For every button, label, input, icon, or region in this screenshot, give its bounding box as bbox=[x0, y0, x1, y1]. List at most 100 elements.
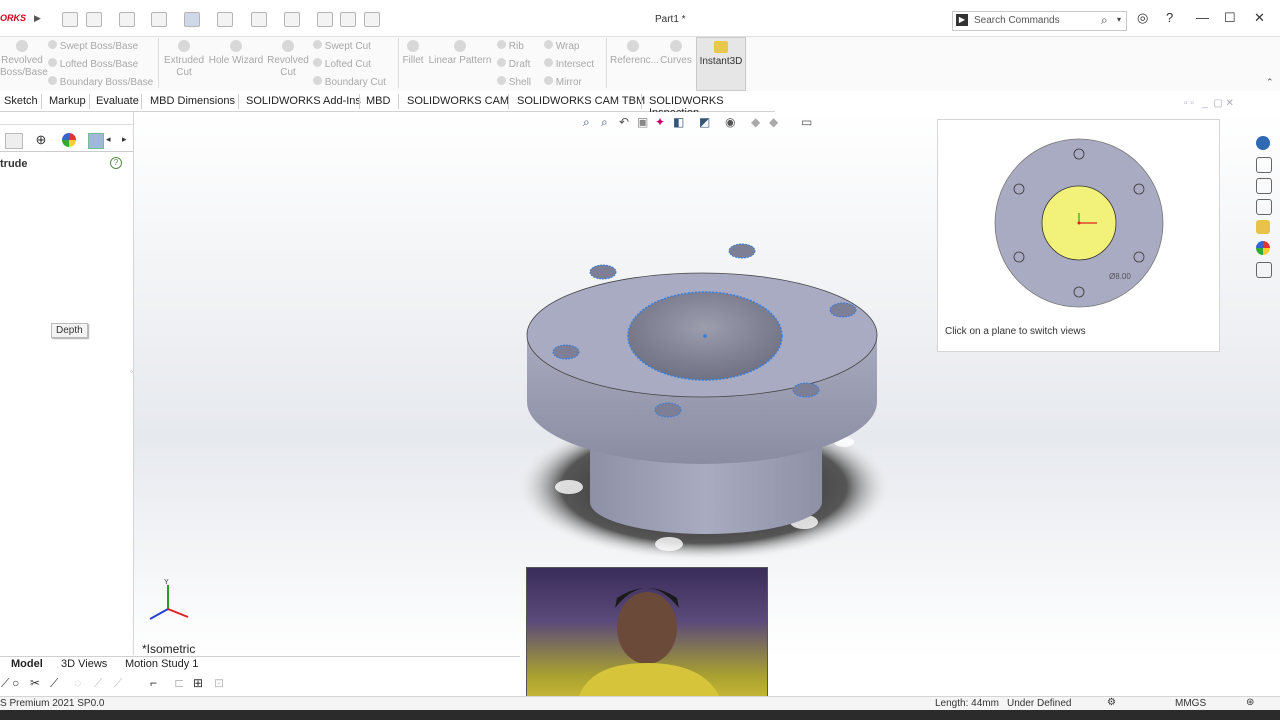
rebuild-icon[interactable] bbox=[317, 12, 333, 27]
help-circle-icon[interactable]: ? bbox=[1166, 10, 1173, 25]
tab-sketch[interactable]: Sketch bbox=[4, 95, 38, 107]
search-dropdown-icon[interactable]: ▾ bbox=[1117, 15, 1121, 24]
previous-view-icon[interactable]: ↶ bbox=[619, 115, 629, 129]
viewport-window-controls[interactable]: ▫ ▫ _ ▢ ✕ bbox=[1184, 98, 1234, 109]
line-tool-icon[interactable]: ⟋ bbox=[50, 676, 58, 691]
redo-icon[interactable] bbox=[251, 12, 267, 27]
shell-button[interactable]: Shell bbox=[497, 76, 531, 88]
smart-dimension-icon[interactable]: ⌐ bbox=[150, 676, 157, 690]
hole-wizard-button[interactable]: Hole Wizard bbox=[208, 40, 264, 66]
panel-splitter-handle[interactable]: ◦ bbox=[130, 367, 133, 376]
search-commands-input[interactable]: ▶ Search Commands ⌕ ▾ bbox=[952, 11, 1127, 31]
tab-solidworks-add-ins[interactable]: SOLIDWORKS Add-Ins bbox=[246, 95, 361, 107]
home-icon[interactable] bbox=[1256, 157, 1272, 173]
view-settings-icon[interactable]: ▭ bbox=[801, 115, 812, 129]
open-icon[interactable] bbox=[119, 12, 135, 27]
display-style-icon[interactable]: ◩ bbox=[699, 115, 710, 129]
tab-solidworks-cam-tbm[interactable]: SOLIDWORKS CAM TBM bbox=[517, 95, 645, 107]
apply-scene-icon[interactable]: ◆ bbox=[769, 115, 778, 129]
select-icon[interactable] bbox=[284, 12, 300, 27]
panel-grip[interactable] bbox=[0, 114, 133, 125]
section-view-icon[interactable]: ▣ bbox=[637, 115, 648, 129]
minimize-button[interactable]: — bbox=[1196, 10, 1209, 25]
design-library-icon[interactable] bbox=[1256, 178, 1272, 194]
save-icon[interactable] bbox=[151, 12, 167, 27]
edit-appearance-icon[interactable]: ◆ bbox=[751, 115, 760, 129]
close-button[interactable]: ✕ bbox=[1254, 10, 1265, 26]
move-entities-icon[interactable]: ⊡ bbox=[214, 676, 224, 690]
maximize-button[interactable]: ☐ bbox=[1224, 10, 1236, 26]
rebuild-status-icon[interactable]: ⚙ bbox=[1107, 697, 1116, 708]
tab-markup[interactable]: Markup bbox=[49, 95, 86, 107]
lofted-boss-button[interactable]: Lofted Boss/Base bbox=[48, 58, 138, 70]
linear-pattern-button[interactable]: Linear Pattern bbox=[428, 40, 492, 66]
intersect-button[interactable]: Intersect bbox=[544, 58, 594, 70]
reference-geometry-button[interactable]: Referenc... bbox=[610, 40, 659, 66]
print-icon[interactable] bbox=[184, 12, 200, 27]
sketch-plane-preview[interactable] bbox=[993, 137, 1165, 309]
boundary-cut-button[interactable]: Boundary Cut bbox=[313, 76, 386, 88]
tab-mbd-dimensions[interactable]: MBD Dimensions bbox=[150, 95, 235, 107]
scroll-right-icon[interactable]: ▸ bbox=[122, 134, 127, 145]
wrap-button[interactable]: Wrap bbox=[544, 40, 580, 52]
linear-pattern-sketch-icon[interactable]: ⊞ bbox=[193, 676, 203, 690]
curves-button[interactable]: Curves bbox=[659, 40, 693, 66]
fillet-button[interactable]: Fillet bbox=[400, 40, 426, 66]
mirror-entities-icon[interactable]: ⊏ bbox=[174, 676, 184, 690]
mirror-button[interactable]: Mirror bbox=[544, 76, 582, 88]
help-status-icon[interactable]: ⊛ bbox=[1246, 697, 1254, 708]
solidworks-resources-icon[interactable] bbox=[1256, 136, 1270, 150]
circle-icon[interactable]: ○ bbox=[12, 676, 19, 690]
scroll-left-icon[interactable]: ◂ bbox=[106, 134, 111, 145]
help-icon[interactable]: ? bbox=[110, 157, 122, 169]
appearances-icon[interactable] bbox=[1256, 241, 1270, 255]
tab-motion-study-1[interactable]: Motion Study 1 bbox=[125, 658, 198, 670]
appearance-icon[interactable] bbox=[62, 133, 76, 147]
fillet-sketch-icon[interactable]: ◌ bbox=[74, 676, 81, 690]
view-orientation-icon[interactable]: ◧ bbox=[673, 115, 684, 129]
extruded-cut-button[interactable]: Extruded Cut bbox=[162, 40, 206, 79]
tab-mbd[interactable]: MBD bbox=[366, 95, 390, 107]
revolved-cut-button[interactable]: Revolved Cut bbox=[266, 40, 310, 79]
user-account-icon[interactable]: ◎ bbox=[1137, 10, 1148, 26]
property-manager-icon[interactable]: ⊕ bbox=[33, 133, 49, 147]
lofted-cut-button[interactable]: Lofted Cut bbox=[313, 58, 371, 70]
search-icon[interactable]: ⌕ bbox=[1101, 13, 1108, 28]
revolved-boss-button[interactable]: Revolved Boss/Base bbox=[0, 40, 48, 79]
file-explorer-icon[interactable] bbox=[1256, 199, 1272, 215]
line-icon[interactable]: ⟋ bbox=[1, 676, 9, 691]
tab-solidworks-cam[interactable]: SOLIDWORKS CAM bbox=[407, 95, 509, 107]
collapse-chevron-icon[interactable]: ⌃ bbox=[1266, 77, 1274, 88]
display-manager-icon[interactable] bbox=[88, 133, 104, 149]
diameter-dimension[interactable]: Ø8.00 bbox=[1109, 272, 1131, 281]
offset-icon[interactable]: ⟋ bbox=[94, 676, 102, 691]
new-document-icon[interactable] bbox=[86, 12, 102, 27]
view-selector-preview[interactable]: Ø8.00 Click on a plane to switch views bbox=[937, 119, 1220, 352]
zoom-area-icon[interactable]: ⌕ bbox=[601, 115, 608, 130]
swept-cut-button[interactable]: Swept Cut bbox=[313, 40, 371, 52]
custom-properties-icon[interactable] bbox=[1256, 262, 1272, 278]
zoom-to-fit-icon[interactable]: ⌕ bbox=[583, 115, 590, 130]
draft-button[interactable]: Draft bbox=[497, 58, 530, 70]
flange-model[interactable] bbox=[514, 232, 894, 562]
tab-model[interactable]: Model bbox=[11, 658, 43, 670]
unit-system[interactable]: MMGS bbox=[1175, 698, 1206, 709]
tab-evaluate[interactable]: Evaluate bbox=[96, 95, 139, 107]
home-icon[interactable] bbox=[62, 12, 78, 27]
file-properties-icon[interactable] bbox=[340, 12, 356, 27]
rib-button[interactable]: Rib bbox=[497, 40, 524, 52]
convert-entities-icon[interactable]: ⟋ bbox=[114, 676, 122, 691]
options-gear-icon[interactable] bbox=[364, 12, 380, 27]
menu-expand-icon[interactable]: ▶ bbox=[34, 13, 41, 24]
trim-icon[interactable]: ✂ bbox=[30, 676, 40, 690]
dynamic-annotation-icon[interactable]: ✦ bbox=[655, 115, 665, 129]
undo-icon[interactable] bbox=[217, 12, 233, 27]
feature-tree-icon[interactable] bbox=[5, 133, 23, 149]
boundary-boss-button[interactable]: Boundary Boss/Base bbox=[48, 76, 153, 88]
instant3d-button[interactable]: Instant3D bbox=[696, 37, 746, 91]
hide-show-icon[interactable]: ◉ bbox=[725, 115, 735, 129]
tab-3d-views[interactable]: 3D Views bbox=[61, 658, 107, 670]
swept-boss-button[interactable]: Swept Boss/Base bbox=[48, 40, 138, 52]
boundary-cut-label: Boundary Cut bbox=[324, 77, 386, 88]
view-palette-icon[interactable] bbox=[1256, 220, 1270, 234]
